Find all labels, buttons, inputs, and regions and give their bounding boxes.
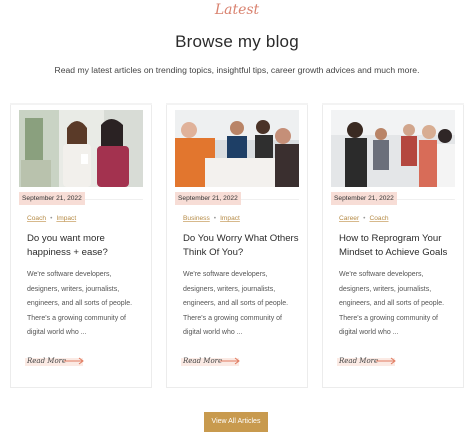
photo-two-women-talking <box>19 110 143 187</box>
blog-card-3[interactable]: September 21, 2022 Career • Coach How to R… <box>322 103 464 388</box>
read-more-label: Read More <box>183 357 223 365</box>
read-more-label: Read More <box>27 357 67 365</box>
section-subtitle: Read my latest articles on trending topi… <box>54 65 420 75</box>
read-more-link[interactable]: Read More <box>337 355 396 367</box>
post-tags: Coach • Impact <box>27 215 77 222</box>
photo-group-standing <box>331 110 455 187</box>
post-title[interactable]: Do You Worry What Others Think Of You? <box>183 232 303 260</box>
section-eyebrow: Latest <box>214 2 260 18</box>
tag-link-impact[interactable]: Impact <box>220 215 240 222</box>
read-more-link[interactable]: Read More <box>25 355 84 367</box>
post-title[interactable]: How to Reprogram Your Mindset to Achieve… <box>339 232 459 260</box>
blog-card-3-image[interactable] <box>331 110 455 187</box>
tag-link-coach[interactable]: Coach <box>27 215 46 222</box>
tag-link-impact[interactable]: Impact <box>56 215 76 222</box>
arrow-right-icon <box>220 357 240 365</box>
post-excerpt: We're software developers, designers, wr… <box>183 271 289 336</box>
blog-card-1[interactable]: September 21, 2022 Coach • Impact Do you w… <box>10 103 152 388</box>
post-tags: Business • Impact <box>183 215 240 222</box>
tag-link-business[interactable]: Business <box>183 215 210 222</box>
post-date-badge: September 21, 2022 <box>175 192 241 205</box>
tag-link-career[interactable]: Career <box>339 215 359 222</box>
arrow-right-icon <box>64 357 84 365</box>
read-more-label: Read More <box>339 357 379 365</box>
blog-card-2-image[interactable] <box>175 110 299 187</box>
post-date-badge: September 21, 2022 <box>331 192 397 205</box>
post-title[interactable]: Do you want more happiness + ease? <box>27 232 147 260</box>
post-excerpt: We're software developers, designers, wr… <box>27 271 133 336</box>
blog-card-1-image[interactable] <box>19 110 143 187</box>
photo-team-meeting <box>175 110 299 187</box>
arrow-right-icon <box>376 357 396 365</box>
section-title: Browse my blog <box>175 32 299 51</box>
post-tags: Career • Coach <box>339 215 389 222</box>
blog-card-2[interactable]: September 21, 2022 Business • Impact Do Yo… <box>166 103 308 388</box>
tag-link-coach[interactable]: Coach <box>369 215 388 222</box>
view-all-articles-button[interactable]: View All Articles <box>204 412 268 432</box>
post-date-badge: September 21, 2022 <box>19 192 85 205</box>
post-excerpt: We're software developers, designers, wr… <box>339 271 445 336</box>
read-more-link[interactable]: Read More <box>181 355 240 367</box>
